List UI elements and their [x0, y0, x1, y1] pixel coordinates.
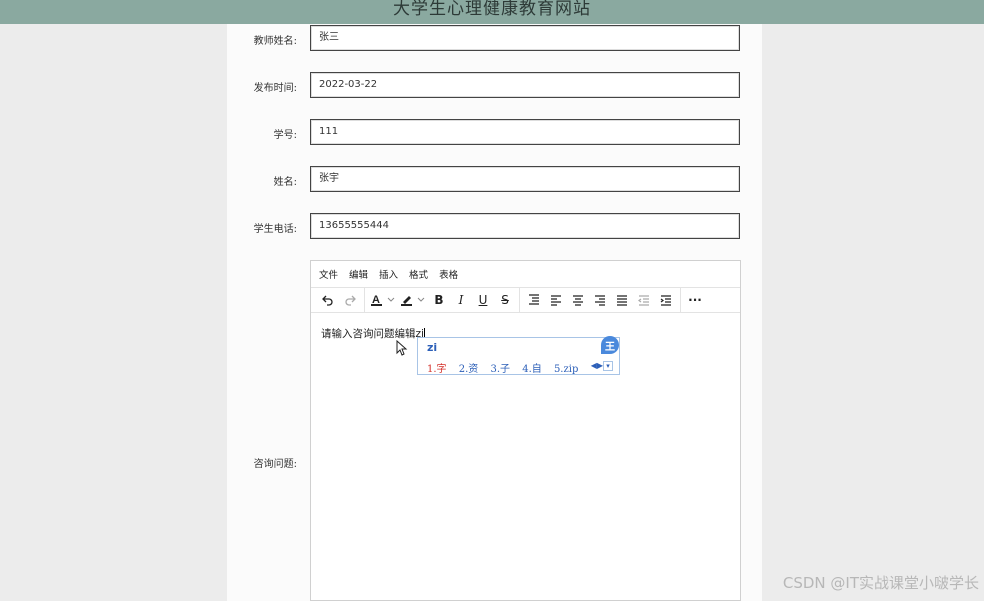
- outdent-icon[interactable]: [633, 290, 655, 310]
- align-center-icon[interactable]: [567, 290, 589, 310]
- watermark: CSDN @IT实战课堂小啵学长: [782, 574, 979, 592]
- ime-candidate[interactable]: 4.自: [522, 364, 542, 375]
- publish-time-label: 发布时间:: [253, 83, 297, 94]
- name-label: 姓名:: [273, 177, 297, 188]
- ime-page-arrows[interactable]: ◀▶ ▾: [591, 361, 613, 371]
- top-header: 大学生心理健康教育网站: [0, 0, 984, 24]
- student-phone-field[interactable]: 13655555444: [310, 213, 740, 239]
- ime-expand-icon[interactable]: ▾: [603, 361, 613, 371]
- name-field[interactable]: 张宇: [310, 166, 740, 192]
- menu-format[interactable]: 格式: [409, 267, 428, 281]
- line-height-icon[interactable]: [523, 290, 545, 310]
- menu-file[interactable]: 文件: [319, 267, 338, 281]
- menu-edit[interactable]: 编辑: [349, 267, 368, 281]
- ime-candidate[interactable]: 5.zip: [554, 364, 578, 375]
- menu-table[interactable]: 表格: [439, 267, 458, 281]
- ime-candidate[interactable]: 1.字: [427, 364, 447, 375]
- toolbar-divider: [519, 288, 520, 312]
- ime-input-text: zi: [427, 341, 438, 354]
- teacher-name-field[interactable]: 张三: [310, 25, 740, 51]
- ime-logo-icon: 王: [601, 336, 619, 354]
- align-left-icon[interactable]: [545, 290, 567, 310]
- font-color-icon[interactable]: A: [368, 290, 398, 310]
- ime-candidate[interactable]: 3.子: [490, 364, 510, 375]
- align-right-icon[interactable]: [589, 290, 611, 310]
- ime-candidate-popup[interactable]: zi 王 1.字 2.资 3.子 4.自 5.zip ◀▶ ▾: [417, 336, 620, 375]
- site-title: 大学生心理健康教育网站: [393, 0, 591, 19]
- editor-text: 请输入咨询问题编辑zi: [321, 328, 424, 340]
- teacher-name-label: 教师姓名:: [253, 36, 297, 47]
- rich-text-editor[interactable]: 文件 编辑 插入 格式 表格 A B I U S ··· 请输入咨询问题编辑zi: [310, 260, 741, 601]
- student-id-field[interactable]: 111: [310, 119, 740, 145]
- italic-icon[interactable]: I: [450, 290, 472, 310]
- strikethrough-icon[interactable]: S: [494, 290, 516, 310]
- toolbar-divider: [364, 288, 365, 312]
- editor-menubar: 文件 编辑 插入 格式 表格: [311, 261, 740, 288]
- indent-icon[interactable]: [655, 290, 677, 310]
- student-id-label: 学号:: [273, 130, 297, 141]
- question-label: 咨询问题:: [253, 459, 297, 470]
- redo-icon[interactable]: [339, 290, 361, 310]
- bold-icon[interactable]: B: [428, 290, 450, 310]
- undo-icon[interactable]: [317, 290, 339, 310]
- ime-candidate[interactable]: 2.资: [459, 364, 479, 375]
- toolbar-divider: [680, 288, 681, 312]
- highlight-icon[interactable]: [398, 290, 428, 310]
- align-justify-icon[interactable]: [611, 290, 633, 310]
- more-icon[interactable]: ···: [684, 290, 706, 310]
- ime-candidate-list: 1.字 2.资 3.子 4.自 5.zip: [427, 360, 587, 375]
- student-phone-label: 学生电话:: [253, 224, 297, 235]
- editor-toolbar: A B I U S ···: [311, 288, 740, 313]
- underline-icon[interactable]: U: [472, 290, 494, 310]
- mouse-pointer-icon: [396, 340, 408, 356]
- publish-time-field[interactable]: 2022-03-22: [310, 72, 740, 98]
- menu-insert[interactable]: 插入: [379, 267, 398, 281]
